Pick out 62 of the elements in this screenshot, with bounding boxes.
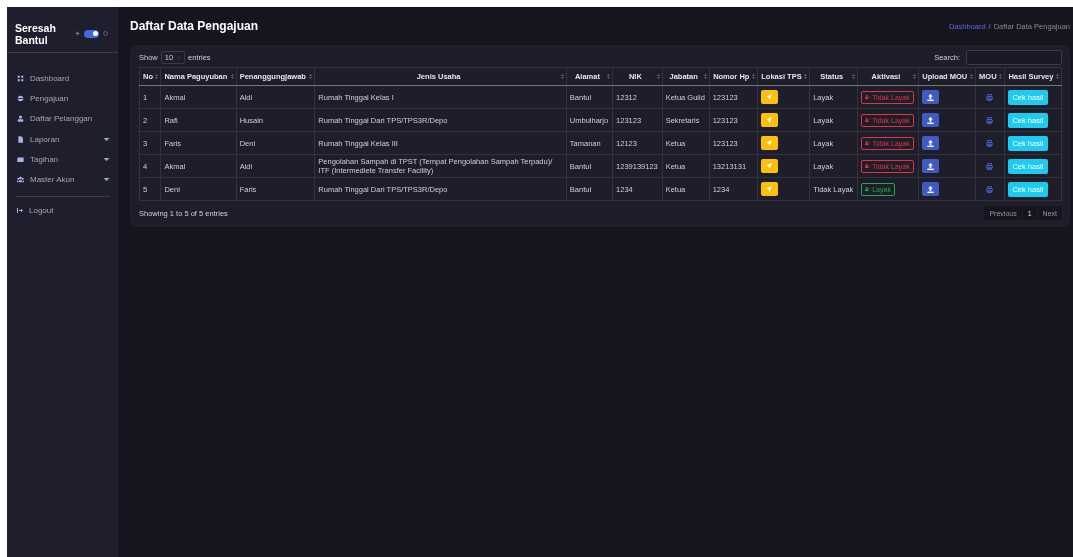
sort-icon — [560, 74, 564, 79]
sort-icon — [998, 74, 1002, 79]
send-icon — [766, 117, 773, 123]
send-icon — [766, 140, 773, 146]
upload-icon — [926, 162, 934, 170]
send-icon — [766, 186, 773, 192]
upload-button[interactable] — [921, 90, 939, 104]
printer-icon[interactable] — [986, 162, 994, 170]
location-button[interactable] — [760, 113, 778, 127]
user-icon — [865, 118, 871, 122]
brand-name: Seresah Bantul — [15, 21, 57, 46]
send-icon — [766, 94, 773, 100]
sun-icon — [75, 31, 80, 36]
sidebar-item[interactable]: Dashboard — [17, 68, 110, 89]
sort-icon — [1056, 74, 1059, 79]
location-button[interactable] — [760, 159, 778, 173]
upload-icon — [926, 116, 934, 124]
user-icon — [865, 164, 871, 168]
sort-icon — [230, 74, 234, 79]
chevron-icon — [103, 155, 110, 163]
printer-icon[interactable] — [986, 139, 994, 147]
users-icon — [17, 176, 24, 184]
sort-icon — [656, 74, 660, 79]
logout-link[interactable]: Logout — [7, 202, 118, 219]
sort-icon — [703, 74, 707, 79]
theme-toggle[interactable] — [84, 29, 99, 38]
user-icon — [865, 187, 871, 191]
sidebar-item[interactable]: Master Akun — [17, 169, 110, 190]
chevron-icon — [103, 176, 110, 184]
upload-icon — [926, 93, 934, 101]
moon-icon — [103, 31, 108, 36]
location-button[interactable] — [760, 182, 778, 196]
user-icon — [865, 95, 871, 99]
sort-icon — [969, 74, 973, 79]
upload-button[interactable] — [921, 159, 939, 173]
sort-icon — [751, 74, 755, 79]
upload-icon — [926, 139, 934, 147]
disc-icon — [17, 94, 24, 102]
printer-icon[interactable] — [986, 93, 994, 101]
page-title: Daftar Data Pengajuan — [130, 19, 259, 33]
user-icon — [17, 115, 24, 123]
search-field[interactable] — [966, 49, 1062, 65]
upload-button[interactable] — [921, 182, 939, 196]
sidebar-item[interactable]: Tagihan — [17, 149, 110, 170]
printer-icon[interactable] — [986, 185, 994, 193]
sidebar-item[interactable]: Daftar Pelanggan — [17, 108, 110, 129]
upload-icon — [926, 185, 934, 193]
sort-icon — [912, 74, 916, 79]
upload-button[interactable] — [921, 113, 939, 127]
location-button[interactable] — [760, 136, 778, 150]
grid-icon — [17, 74, 24, 82]
chevron-icon — [103, 135, 110, 143]
sidebar-item[interactable]: Pengajuan — [17, 88, 110, 109]
file-icon — [17, 135, 24, 143]
sidebar-item[interactable]: Laporan — [17, 128, 110, 150]
logout-icon — [17, 208, 23, 214]
card-icon — [17, 155, 24, 163]
send-icon — [766, 163, 773, 169]
user-icon — [865, 141, 871, 145]
location-button[interactable] — [760, 90, 778, 104]
upload-button[interactable] — [921, 136, 939, 150]
printer-icon[interactable] — [986, 116, 994, 124]
